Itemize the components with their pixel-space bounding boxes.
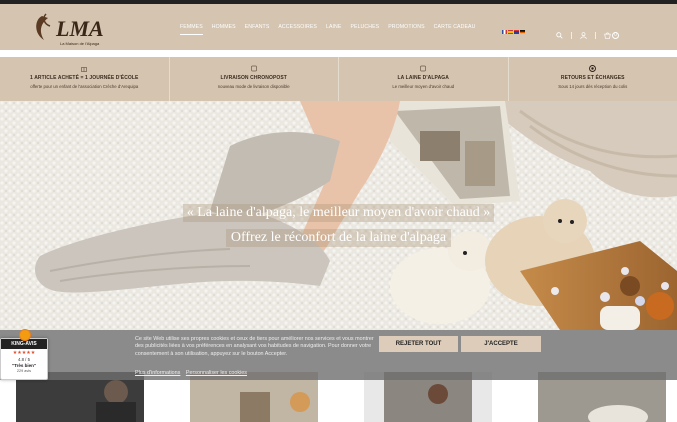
search-icon[interactable] [556,26,563,44]
nav-item-enfants[interactable]: ENFANTS [245,24,270,35]
cookie-text: Ce site Web utilise ses propres cookies … [135,336,374,357]
flag-de-icon[interactable] [520,30,525,34]
nav-item-carte-cadeau[interactable]: CARTE CADEAU [434,24,476,35]
feature-subtitle: Sous 14 jours dès réception du colis [558,84,628,89]
spacer [0,50,677,57]
site-header: LMA La Maison de l'Alpaga FEMMES HOMMES … [0,4,677,50]
accept-cookies-button[interactable]: J'ACCEPTE [461,336,541,352]
nav-item-peluches[interactable]: PELUCHES [350,24,379,35]
feature-item-school[interactable]: 1 ARTICLE ACHETÉ = 1 JOURNÉE D'ÉCOLE off… [0,57,170,101]
features-bar: 1 ARTICLE ACHETÉ = 1 JOURNÉE D'ÉCOLE off… [0,57,677,101]
hero-banner[interactable]: « La laine d'alpaga, le meilleur moyen d… [0,101,677,330]
hero-title: « La laine d'alpaga, le meilleur moyen d… [182,204,495,222]
king-avis-widget[interactable]: KING-AVIS ★★★★★ 4.8 / 5 "Très bien" 229 … [0,329,48,380]
feature-subtitle: nouveau mode de livraison disponible [217,84,290,89]
cookie-customize-link[interactable]: Personnaliser les cookies [186,370,247,376]
feature-item-returns[interactable]: RETOURS ET ÉCHANGES Sous 14 jours dès ré… [509,57,677,101]
hero-subtitle: Offrez le réconfort de la laine d'alpaga [225,229,452,247]
nav-item-accessoires[interactable]: ACCESSOIRES [278,24,317,35]
language-switcher [502,30,525,34]
gift-icon [0,64,169,72]
flag-es-icon[interactable] [508,30,513,34]
return-icon [509,64,677,72]
feature-title: RETOURS ET ÉCHANGES [560,75,625,81]
feature-title: 1 ARTICLE ACHETÉ = 1 JOURNÉE D'ÉCOLE [30,75,139,81]
nav-item-laine[interactable]: LAINE [326,24,342,35]
feature-title: LIVRAISON CHRONOPOST [220,75,287,81]
feature-item-wool[interactable]: LA LAINE D'ALPAGA Le meilleur moyen d'av… [339,57,509,101]
feature-subtitle: offerte pour un enfant de l'association … [30,84,139,89]
feature-title: LA LAINE D'ALPAGA [397,75,449,81]
flag-uk-icon[interactable] [514,30,519,34]
divider [595,31,596,39]
cookie-banner: Ce site Web utilise ses propres cookies … [0,330,677,380]
cart-icon[interactable]: 0 [604,31,619,39]
reject-all-button[interactable]: REJETER TOUT [379,336,458,352]
svg-text:LMA: LMA [55,16,104,41]
feature-subtitle: Le meilleur moyen d'avoir chaud [392,84,455,89]
nav-item-femmes[interactable]: FEMMES [180,24,203,35]
divider [571,31,572,39]
cart-count: 0 [612,31,619,39]
main-nav: FEMMES HOMMES ENFANTS ACCESSOIRES LAINE … [180,24,484,35]
cookie-more-info-link[interactable]: Plus d'informations [135,370,180,376]
truck-icon [170,64,339,72]
header-actions: 0 [556,26,619,44]
nav-item-hommes[interactable]: HOMMES [212,24,236,35]
user-icon[interactable] [580,26,587,44]
nav-item-promotions[interactable]: PROMOTIONS [388,24,424,35]
review-count: 229 avis [16,369,32,373]
flag-fr-icon[interactable] [502,30,507,34]
wool-icon [339,64,508,72]
brand-tagline: La Maison de l'Alpaga [60,41,100,46]
award-icon [19,329,31,341]
feature-item-shipping[interactable]: LIVRAISON CHRONOPOST nouveau mode de liv… [170,57,339,101]
rating-stars-icon: ★★★★★ [12,350,36,356]
